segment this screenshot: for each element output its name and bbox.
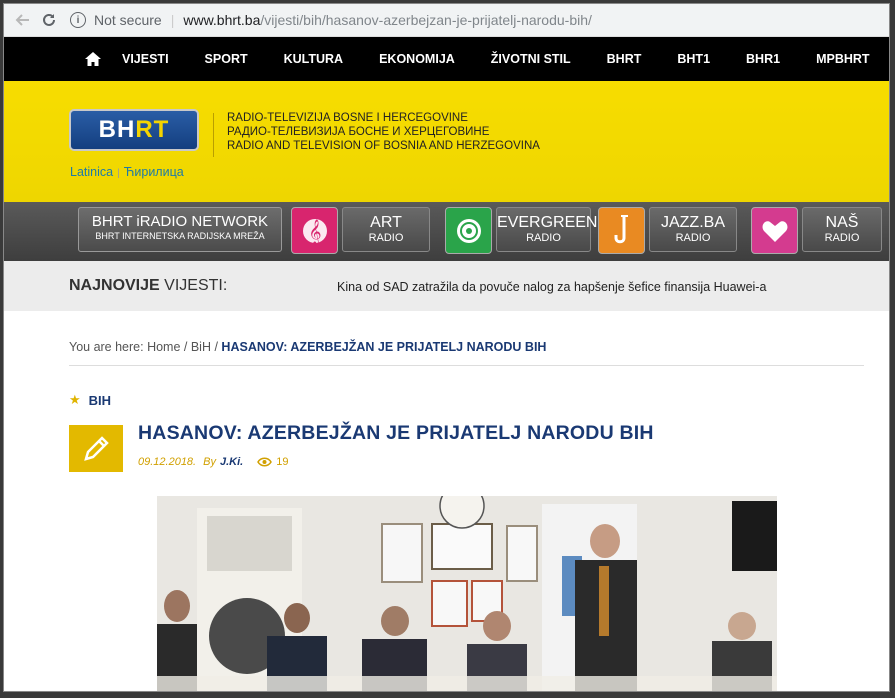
view-count-value: 19 bbox=[276, 456, 289, 468]
nav-item-vijesti[interactable]: VIJESTI bbox=[122, 52, 169, 66]
heart-icon bbox=[751, 207, 798, 254]
url-path: /vijesti/bih/hasanov-azerbejzan-je-prija… bbox=[260, 12, 592, 28]
eye-icon bbox=[257, 457, 273, 467]
station-name: ART bbox=[370, 214, 402, 231]
saxophone-icon bbox=[598, 207, 645, 254]
nav-item-kultura[interactable]: KULTURA bbox=[284, 52, 343, 66]
reload-icon[interactable] bbox=[36, 7, 62, 33]
station-art-label: ART RADIO bbox=[342, 207, 430, 252]
station-sub: RADIO bbox=[824, 232, 860, 244]
org-name-english: RADIO AND TELEVISION OF BOSNIA AND HERZE… bbox=[227, 140, 540, 152]
category-label: BIH bbox=[88, 392, 112, 408]
nav-item-mpbhrt[interactable]: MPBHRT bbox=[816, 52, 869, 66]
article-author[interactable]: J.Ki. bbox=[220, 456, 243, 468]
article-meta: 09.12.2018. By J.Ki. 19 bbox=[138, 456, 288, 468]
breadcrumb-section[interactable]: BiH bbox=[191, 340, 211, 354]
home-icon[interactable] bbox=[84, 51, 102, 67]
station-sub: RADIO bbox=[526, 232, 561, 244]
station-nas[interactable]: NAŠ RADIO bbox=[751, 207, 882, 254]
cyrillic-link[interactable]: Ћирилица bbox=[124, 165, 184, 179]
ticker-label-bold: NAJNOVIJE bbox=[69, 277, 160, 294]
iradio-subtitle: BHRT INTERNETSKA RADIJSKA MREŽA bbox=[95, 231, 265, 241]
news-ticker: NAJNOVIJE VIJESTI: Kina od SAD zatražila… bbox=[4, 261, 889, 311]
station-jazz-label: JAZZ.BA RADIO bbox=[649, 207, 737, 252]
org-name-cyrillic: РАДИО-ТЕЛЕВИЗИЈА БОСНЕ И ХЕРЦЕГОВИНЕ bbox=[227, 126, 490, 138]
bhrt-logo[interactable]: BH RT bbox=[69, 109, 199, 151]
svg-text:𝄞: 𝄞 bbox=[308, 219, 321, 245]
pencil-icon bbox=[69, 425, 123, 472]
organization-name: RADIO-TELEVIZIJA BOSNE I HERCEGOVINE РАД… bbox=[227, 111, 540, 153]
security-status: Not secure bbox=[94, 12, 162, 28]
logo-rt: RT bbox=[135, 116, 170, 143]
nav-item-zivotni-stil[interactable]: ŽIVOTNI STIL bbox=[491, 52, 571, 66]
nav-item-bhr1[interactable]: BHR1 bbox=[746, 52, 780, 66]
script-separator: | bbox=[117, 168, 120, 179]
browser-window: i Not secure | www.bhrt.ba /vijesti/bih/… bbox=[3, 3, 890, 692]
station-name: NAŠ bbox=[825, 214, 859, 231]
station-name: EVERGREEN bbox=[497, 214, 598, 231]
article-photo bbox=[157, 496, 777, 691]
breadcrumb-prefix: You are here: bbox=[69, 340, 148, 354]
breadcrumb-separator: / bbox=[211, 340, 222, 354]
nav-item-bhrt[interactable]: BHRT bbox=[607, 52, 642, 66]
browser-toolbar: i Not secure | www.bhrt.ba /vijesti/bih/… bbox=[4, 4, 889, 37]
address-bar[interactable]: i Not secure | www.bhrt.ba /vijesti/bih/… bbox=[70, 6, 889, 34]
radio-network-bar: BHRT iRADIO NETWORK BHRT INTERNETSKA RAD… bbox=[4, 202, 889, 261]
back-arrow-icon[interactable] bbox=[10, 7, 36, 33]
station-name: JAZZ.BA bbox=[660, 214, 725, 231]
breadcrumb-home[interactable]: Home bbox=[147, 340, 180, 354]
station-sub: RADIO bbox=[368, 232, 404, 244]
station-evergreen-label: EVERGREEN RADIO bbox=[496, 207, 598, 252]
breadcrumb-separator: / bbox=[180, 340, 191, 354]
org-name-latin: RADIO-TELEVIZIJA BOSNE I HERCEGOVINE bbox=[227, 112, 468, 124]
nav-item-sport[interactable]: SPORT bbox=[205, 52, 248, 66]
nav-item-ekonomija[interactable]: EKONOMIJA bbox=[379, 52, 455, 66]
star-icon: ★ bbox=[69, 392, 81, 407]
breadcrumb: You are here: Home / BiH / HASANOV: AZER… bbox=[69, 340, 546, 354]
article-date: 09.12.2018. bbox=[138, 456, 197, 468]
ticker-label-rest: VIJESTI: bbox=[159, 277, 228, 294]
address-separator: | bbox=[170, 12, 175, 28]
latin-link[interactable]: Latinica bbox=[70, 165, 113, 179]
treble-clef-icon: 𝄞 bbox=[291, 207, 338, 254]
station-nas-label: NAŠ RADIO bbox=[802, 207, 882, 252]
breadcrumb-current: HASANOV: AZERBEJŽAN JE PRIJATELJ NARODU … bbox=[221, 340, 547, 354]
station-evergreen[interactable]: EVERGREEN RADIO bbox=[445, 207, 598, 254]
station-sub: RADIO bbox=[675, 232, 711, 244]
url-host: www.bhrt.ba bbox=[183, 12, 261, 28]
ticker-headline[interactable]: Kina od SAD zatražila da povuče nalog za… bbox=[337, 280, 766, 294]
station-jazz[interactable]: JAZZ.BA RADIO bbox=[598, 207, 737, 254]
ticker-label: NAJNOVIJE VIJESTI: bbox=[69, 277, 227, 295]
article-title: HASANOV: AZERBEJŽAN JE PRIJATELJ NARODU … bbox=[138, 422, 654, 444]
iradio-network-button[interactable]: BHRT iRADIO NETWORK BHRT INTERNETSKA RAD… bbox=[78, 207, 282, 252]
nav-item-bht1[interactable]: BHT1 bbox=[677, 52, 710, 66]
main-navigation: VIJESTI SPORT KULTURA EKONOMIJA ŽIVOTNI … bbox=[4, 37, 889, 81]
station-art[interactable]: 𝄞 ART RADIO bbox=[291, 207, 430, 254]
article-category[interactable]: ★ BIH bbox=[69, 392, 111, 408]
breadcrumb-divider bbox=[69, 365, 864, 366]
site-header: BH RT RADIO-TELEVIZIJA BOSNE I HERCEGOVIN… bbox=[4, 81, 889, 202]
logo-bh: BH bbox=[98, 116, 136, 143]
vinyl-record-icon bbox=[445, 207, 492, 254]
header-divider bbox=[213, 113, 214, 157]
script-switcher: Latinica | Ћирилица bbox=[70, 165, 184, 179]
byline-label: By bbox=[203, 456, 216, 468]
iradio-title: BHRT iRADIO NETWORK bbox=[91, 213, 269, 230]
view-count: 19 bbox=[257, 456, 288, 468]
info-icon[interactable]: i bbox=[70, 12, 86, 28]
